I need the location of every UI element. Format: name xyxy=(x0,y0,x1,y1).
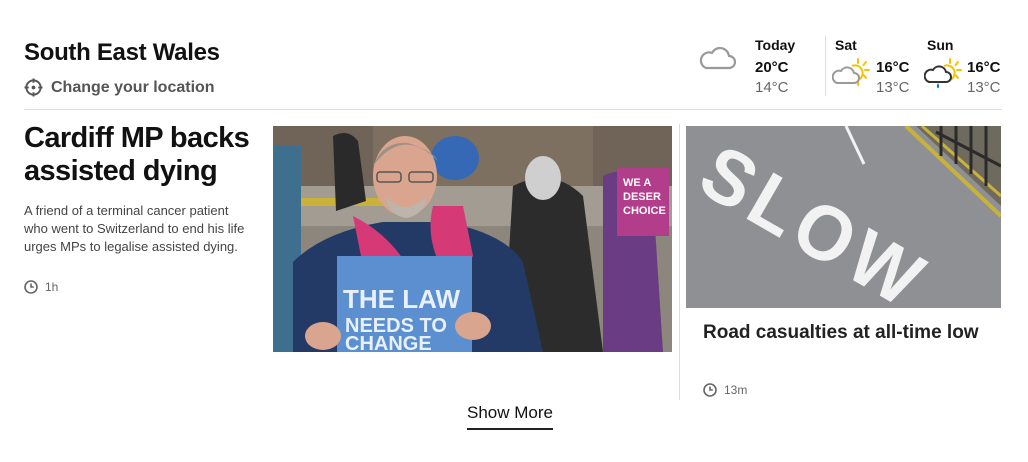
protest-photo: WE A DESER CHOICE THE LAW NEEDS TO CHANG… xyxy=(273,126,672,352)
background-sign-line-1: WE A xyxy=(623,177,651,189)
weather-forecast[interactable]: Today 20°C 14°C Sat 16°C 13°C Sun 16°C 1… xyxy=(0,36,1028,106)
sun-rain-cloud-icon xyxy=(924,58,962,89)
lead-story-time: 1h xyxy=(45,280,59,294)
sign-line-1: THE LAW xyxy=(343,284,460,314)
weather-low-sat: 13°C xyxy=(876,79,910,96)
lead-story-headline[interactable]: Cardiff MP backs assisted dying xyxy=(24,122,260,188)
second-story-time: 13m xyxy=(724,383,748,397)
weather-day-today: Today xyxy=(755,37,796,53)
weather-divider xyxy=(825,36,826,96)
weather-high-sat: 16°C xyxy=(876,59,910,76)
weather-day-sun: Sun xyxy=(927,37,954,53)
cloud-icon xyxy=(699,46,737,70)
road-photo: SLOW xyxy=(686,126,1001,308)
header-divider xyxy=(24,109,1002,110)
sun-cloud-icon xyxy=(832,58,870,86)
background-sign-line-3: CHOICE xyxy=(623,205,666,217)
second-story-timestamp: 13m xyxy=(703,383,747,397)
weather-high-sun: 16°C xyxy=(967,59,1001,76)
sign-line-3: CHANGE xyxy=(345,333,432,352)
column-divider xyxy=(679,124,680,400)
weather-low-today: 14°C xyxy=(755,79,789,96)
lead-story-image[interactable]: WE A DESER CHOICE THE LAW NEEDS TO CHANG… xyxy=(273,126,672,352)
weather-low-sun: 13°C xyxy=(967,79,1001,96)
show-more-button[interactable]: Show More xyxy=(467,403,553,430)
lead-story-timestamp: 1h xyxy=(24,280,58,294)
lead-story-summary: A friend of a terminal cancer patient wh… xyxy=(24,203,245,254)
clock-icon xyxy=(24,280,38,294)
second-story-image[interactable]: SLOW xyxy=(686,126,1001,308)
weather-day-sat: Sat xyxy=(835,37,857,53)
clock-icon xyxy=(703,383,717,397)
second-story-headline[interactable]: Road casualties at all-time low xyxy=(703,320,993,345)
background-sign-line-2: DESER xyxy=(623,191,661,203)
weather-high-today: 20°C xyxy=(755,59,789,76)
